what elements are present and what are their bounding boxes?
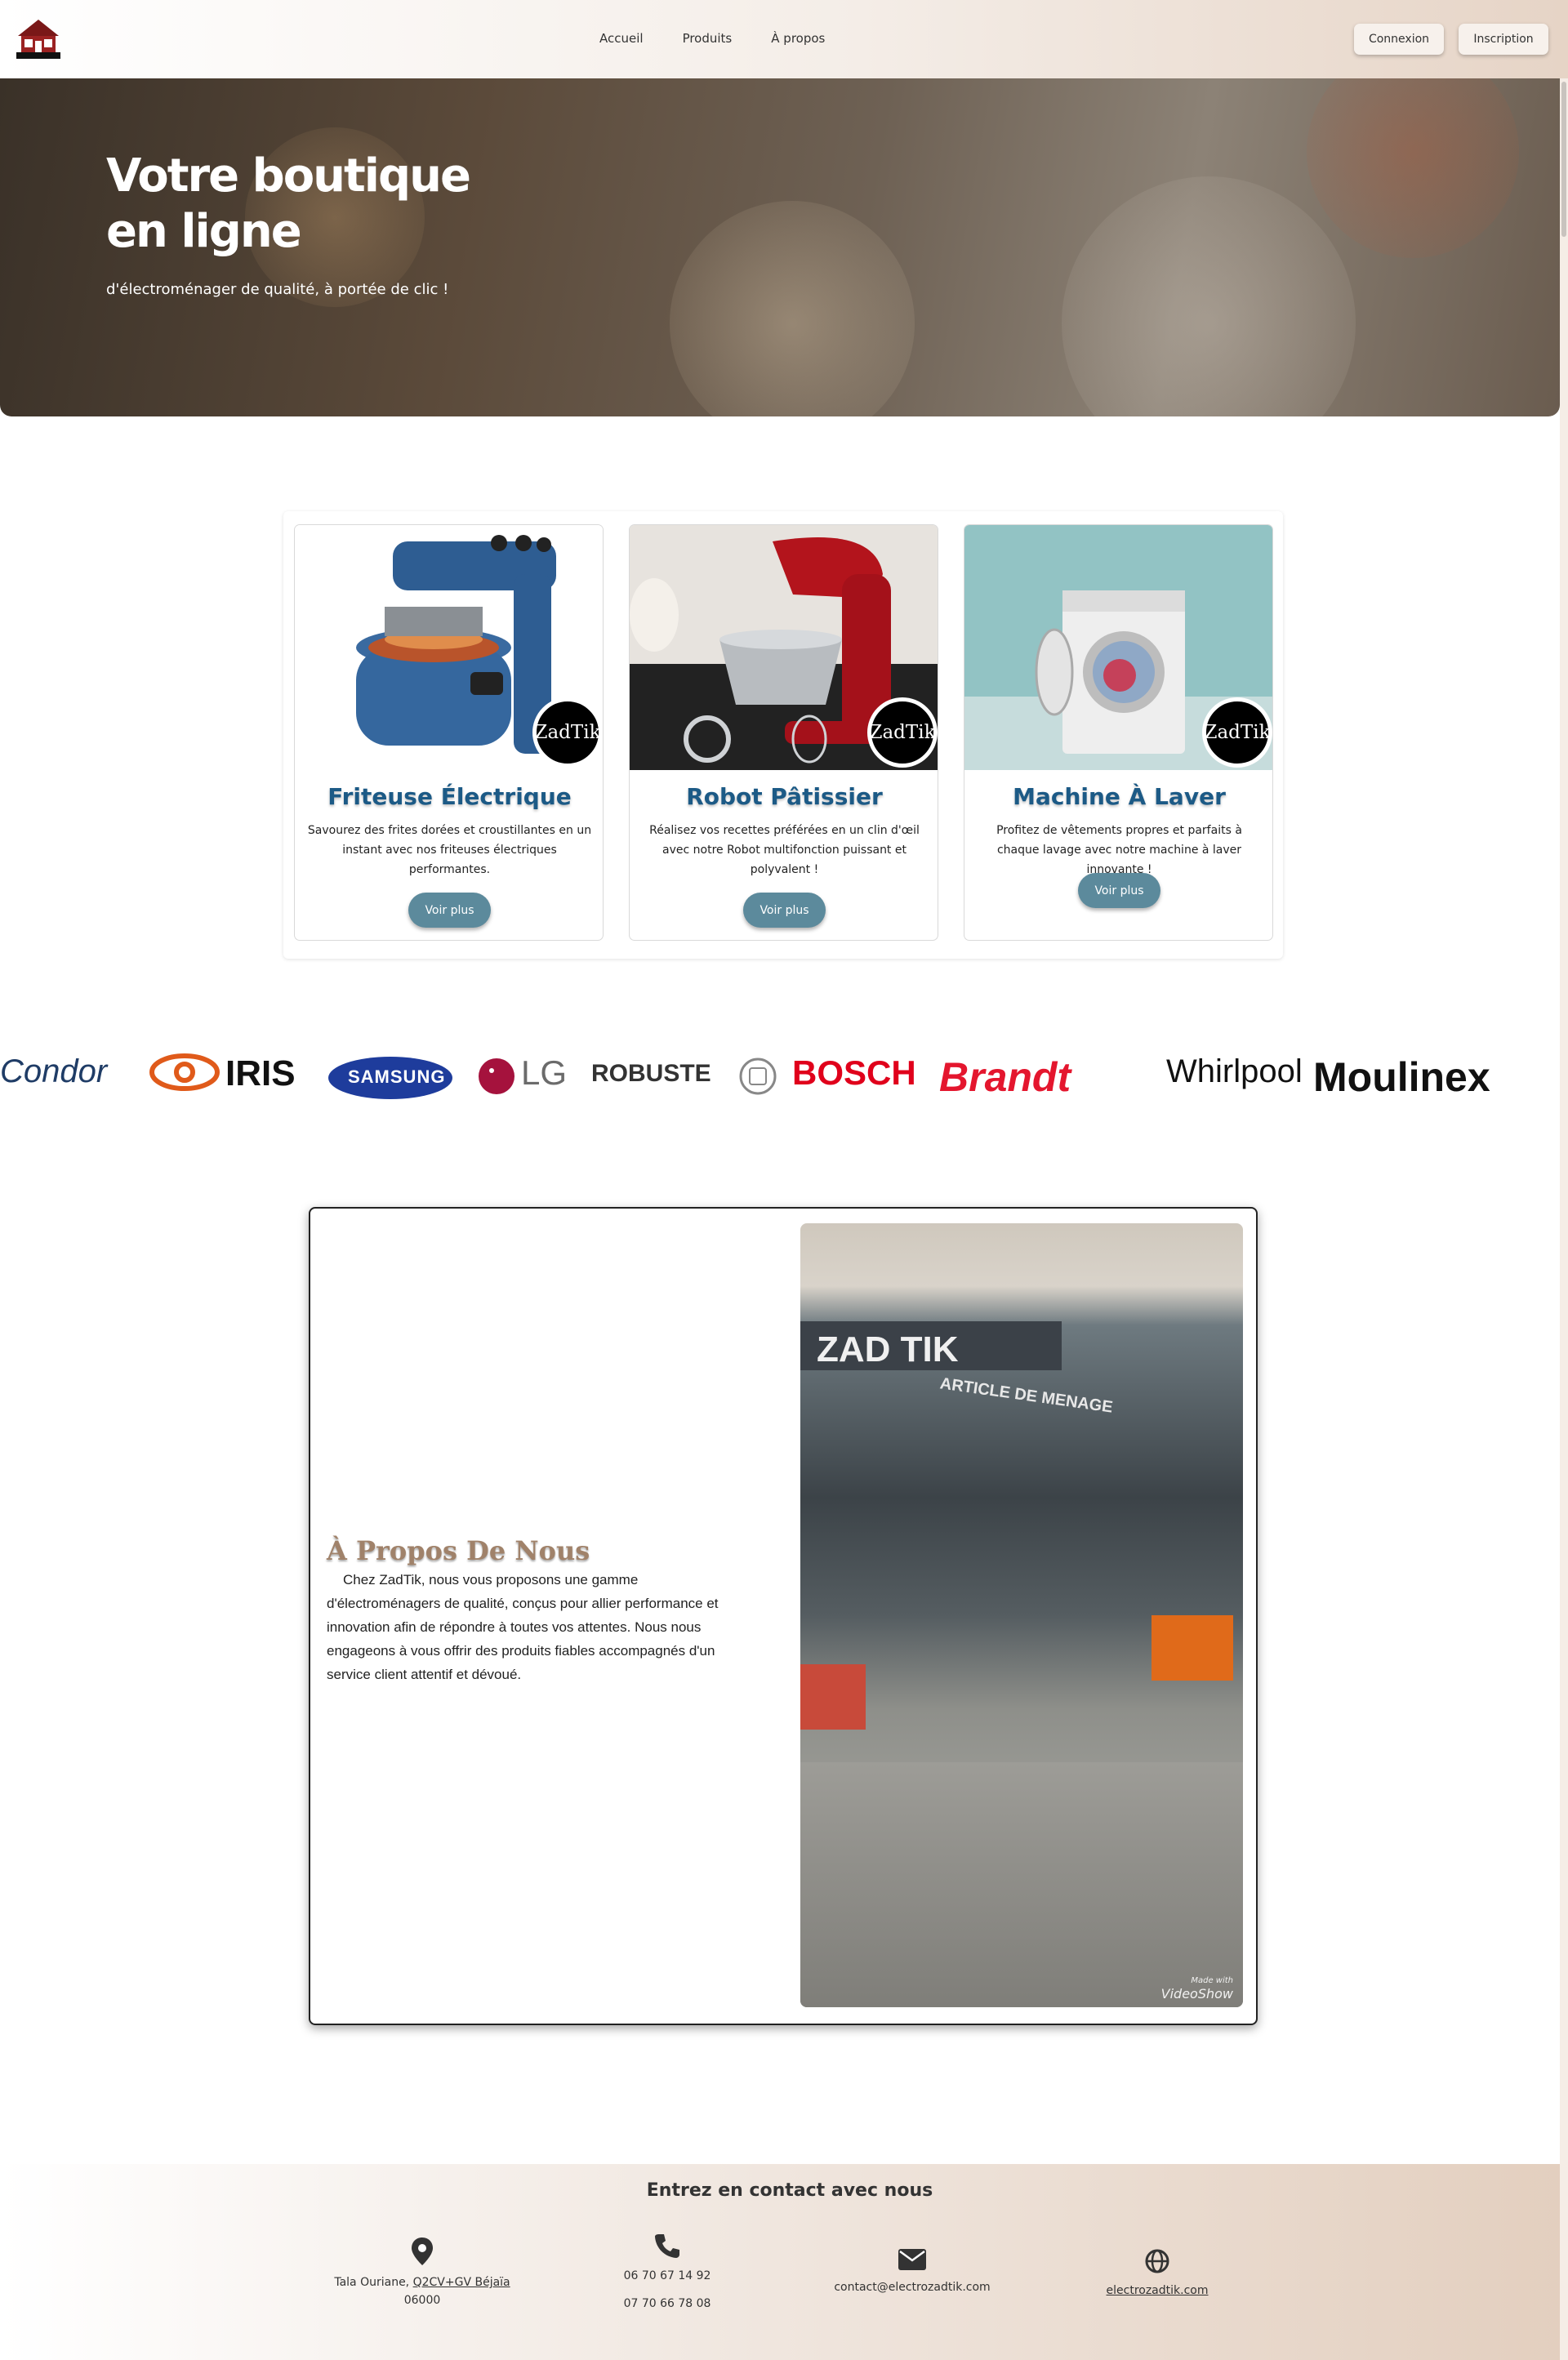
product-card-robot: ZadTik Robot Pâtissier Réalisez vos rece… xyxy=(629,524,938,941)
phone-icon xyxy=(655,2234,679,2258)
contact-website: electrozadtik.com xyxy=(1051,2249,1263,2300)
zadtik-badge: ZadTik xyxy=(532,697,603,768)
hero-title: Votre boutique en ligne xyxy=(106,149,471,258)
store-sign-subtitle: ARTICLE DE MENAGE xyxy=(938,1374,1114,1417)
store-logo-icon[interactable] xyxy=(13,16,64,62)
brand-logo-bosch: BOSCH xyxy=(792,1053,916,1092)
location-pin-icon xyxy=(412,2238,433,2265)
hero-background-light xyxy=(1307,78,1519,258)
store-box xyxy=(1152,1615,1233,1681)
website-link[interactable]: electrozadtik.com xyxy=(1051,2282,1263,2300)
hero-background-light xyxy=(670,201,915,416)
hero-subtitle: d'électroménager de qualité, à portée de… xyxy=(106,281,449,298)
contact-footer: Entrez en contact avec nous Tala Ouriane… xyxy=(0,2164,1560,2360)
bosch-armature-icon xyxy=(739,1058,777,1095)
address-postcode: 06000 xyxy=(403,2294,441,2307)
page-scrollbar[interactable] xyxy=(1560,78,1568,2360)
brand-logo-robuste: ROBUSTE xyxy=(591,1060,711,1087)
footer-heading: Entrez en contact avec nous xyxy=(646,2180,933,2201)
contact-address: Tala Ouriane, Q2CV+GV Béjaïa 06000 xyxy=(316,2238,528,2309)
phone-number-1[interactable]: 06 70 67 14 92 xyxy=(561,2267,773,2285)
store-video-player[interactable]: ZAD TIK ARTICLE DE MENAGE Made with Vide… xyxy=(800,1223,1243,2007)
brand-logo-condor: Condor xyxy=(0,1053,108,1089)
about-title: À Propos De Nous xyxy=(327,1535,590,1566)
nav-link-produits[interactable]: Produits xyxy=(683,31,733,46)
product-title: Robot Pâtissier xyxy=(686,783,883,810)
about-text: Chez ZadTik, nous vous proposons une gam… xyxy=(327,1572,719,1682)
address-line: Tala Ouriane, Q2CV+GV Béjaïa xyxy=(316,2273,528,2291)
phone-number-2[interactable]: 07 70 66 78 08 xyxy=(561,2295,773,2313)
globe-icon xyxy=(1145,2249,1169,2273)
login-button[interactable]: Connexion xyxy=(1354,24,1444,55)
brand-logo-moulinex: Moulinex xyxy=(1313,1054,1490,1100)
brand-logo-samsung: SAMSUNG xyxy=(348,1066,446,1087)
iris-eye-icon xyxy=(149,1053,220,1091)
brand-logos-strip: Condor IRIS SAMSUNG LG ROBUSTE BOSCH Bra… xyxy=(0,1037,1560,1111)
product-description: Profitez de vêtements propres et parfait… xyxy=(996,824,1242,876)
nav-link-a-propos[interactable]: À propos xyxy=(771,31,825,46)
product-description: Réalisez vos recettes préférées en un cl… xyxy=(649,824,920,876)
store-pavement xyxy=(800,1762,1243,2007)
watermark-text: VideoShow xyxy=(1160,1986,1233,2002)
brand-logo-whirlpool: Whirlpool xyxy=(1166,1053,1303,1089)
brand-logo-lg: LG xyxy=(521,1053,568,1092)
scrollbar-thumb[interactable] xyxy=(1561,82,1566,237)
products-section: ZadTik Friteuse Électrique Savourez des … xyxy=(283,511,1283,959)
see-more-button[interactable]: Voir plus xyxy=(408,893,491,928)
store-sign-text: ZAD TIK xyxy=(817,1329,959,1369)
product-description: Savourez des frites dorées et croustilla… xyxy=(307,824,592,876)
brand-logo-iris: IRIS xyxy=(225,1053,296,1093)
about-section: À Propos De Nous Chez ZadTik, nous vous … xyxy=(309,1207,1258,2025)
lg-face-icon xyxy=(479,1058,514,1094)
see-more-button[interactable]: Voir plus xyxy=(1078,873,1160,908)
product-card-machine: ZadTik Machine À Laver Profitez de vêtem… xyxy=(964,524,1273,941)
product-title: Friteuse Électrique xyxy=(327,783,572,810)
hero-banner: Votre boutique en ligne d'électroménager… xyxy=(0,78,1560,416)
contact-email: contact@electrozadtik.com xyxy=(806,2249,1018,2296)
signup-button[interactable]: Inscription xyxy=(1459,24,1548,55)
store-box xyxy=(800,1664,866,1730)
address-street: Tala Ouriane, xyxy=(334,2276,413,2289)
main-nav: Accueil Produits À propos xyxy=(599,31,825,46)
video-watermark: Made with VideoShow xyxy=(1161,1975,1233,2001)
hero-background-light xyxy=(1062,176,1356,416)
address-plus-code-link[interactable]: Q2CV+GV Béjaïa xyxy=(413,2276,510,2289)
see-more-button[interactable]: Voir plus xyxy=(743,893,826,928)
top-navbar: Accueil Produits À propos Connexion Insc… xyxy=(0,0,1568,78)
email-address[interactable]: contact@electrozadtik.com xyxy=(806,2278,1018,2296)
product-title: Machine À Laver xyxy=(1013,783,1226,810)
envelope-icon xyxy=(898,2249,926,2270)
nav-link-accueil[interactable]: Accueil xyxy=(599,31,644,46)
zadtik-badge: ZadTik xyxy=(1202,697,1272,768)
contact-phone: 06 70 67 14 92 07 70 66 78 08 xyxy=(561,2233,773,2313)
zadtik-badge: ZadTik xyxy=(867,697,938,768)
brand-logo-brandt: Brandt xyxy=(939,1054,1071,1100)
product-card-friteuse: ZadTik Friteuse Électrique Savourez des … xyxy=(294,524,604,941)
